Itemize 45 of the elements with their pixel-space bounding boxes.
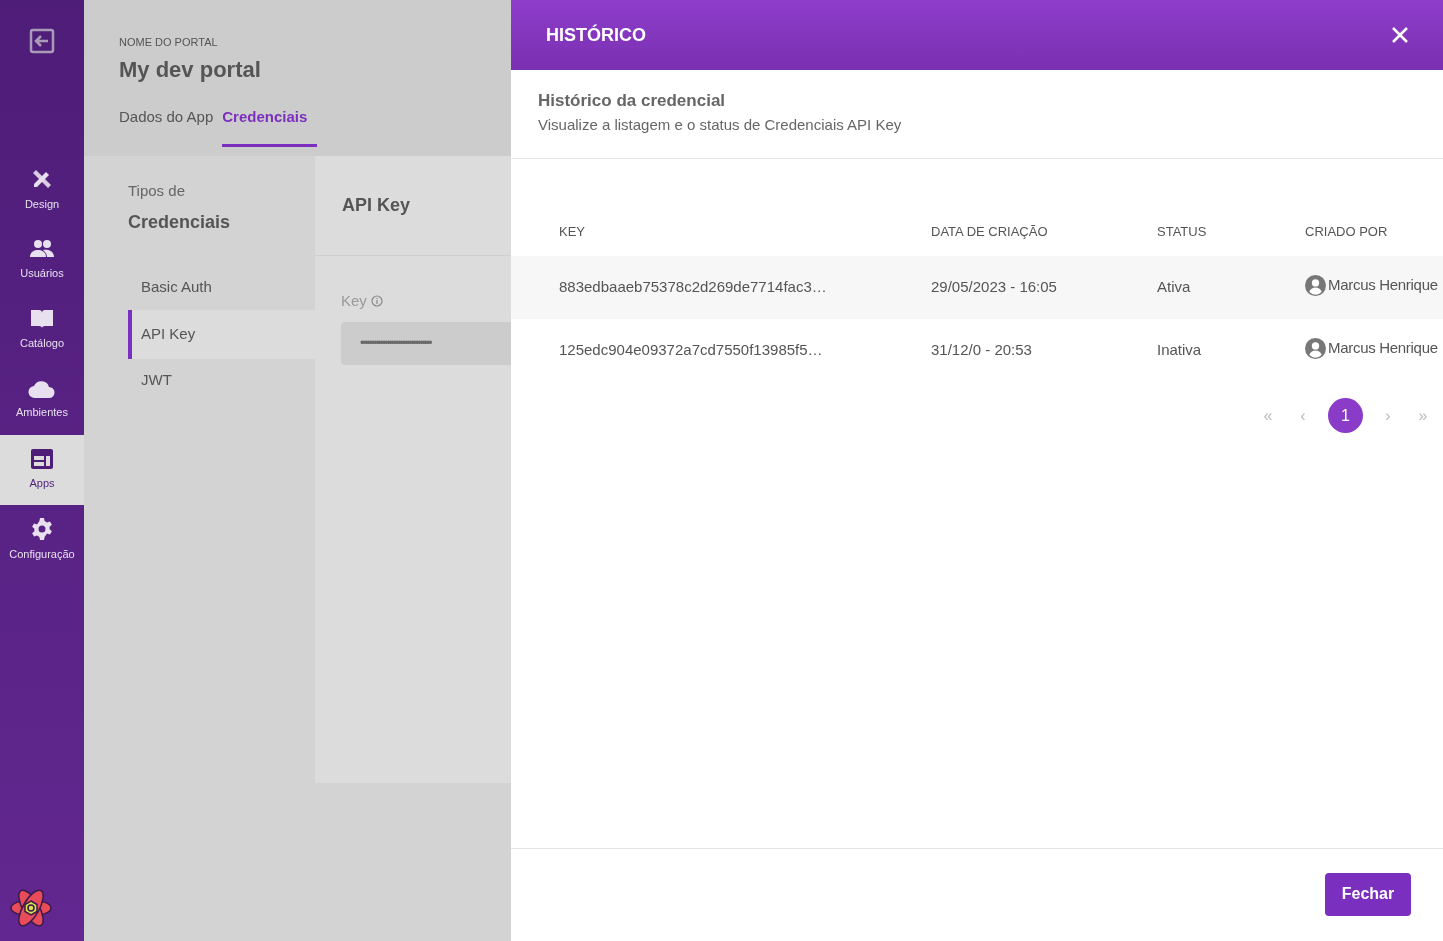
table-cell: Inativa (1157, 341, 1202, 359)
page-button[interactable]: 1 (1328, 398, 1363, 433)
section-heading: Histórico da credencial (538, 90, 727, 112)
section-subtitle: Visualize a listagem e o status de Credenciais API Key (538, 114, 903, 135)
sidebar-item[interactable]: Ambientes (0, 365, 84, 435)
sidebar-item[interactable]: Design (0, 155, 84, 225)
column-header: CRIADO POR (1305, 223, 1389, 241)
atom-logo-icon (9, 887, 53, 929)
table-cell: 29/05/2023 - 16:05 (931, 278, 1057, 296)
credential-type-item[interactable]: JWT (128, 358, 315, 403)
key-input-field[interactable]: •••••••••••••••••••••••••••••••• (341, 321, 511, 365)
masked-key-value: •••••••••••••••••••••••••••••••• (360, 335, 431, 352)
tab[interactable]: Dados do App (119, 105, 214, 147)
sidebar-item[interactable]: Usuários (0, 225, 84, 295)
cloud-icon (28, 379, 56, 400)
info-icon (370, 295, 383, 308)
table-cell: 31/12/0 - 20:53 (931, 341, 1032, 359)
column-header: DATA DE CRIAÇÃO (931, 223, 1049, 241)
close-icon[interactable] (1391, 26, 1409, 44)
user-avatar-icon (1305, 274, 1326, 296)
detail-title: API Key (342, 194, 411, 217)
table-cell-text: Marcus Henrique (1328, 338, 1438, 358)
close-button[interactable]: Fechar (1325, 872, 1411, 916)
tab[interactable]: Credenciais (222, 105, 318, 147)
portal-overline: NOME DO PORTAL (119, 35, 219, 50)
table-cell: Ativa (1157, 278, 1191, 296)
panel-title: Credenciais (128, 210, 232, 234)
sidebar-item[interactable]: Catálogo (0, 295, 84, 365)
table-cell: 883edbaaeb75378c2d269de7714fac3… (559, 278, 827, 296)
credential-type-item[interactable]: Basic Auth (128, 265, 315, 310)
app-window-icon (30, 448, 54, 471)
panel-subtitle: Tipos de (128, 181, 186, 201)
drawer-title: HISTÓRICO (546, 23, 646, 47)
user-avatar-icon (1305, 337, 1326, 359)
sidebar-item[interactable]: Configuração (0, 505, 84, 575)
column-header: KEY (558, 223, 586, 241)
table-cell: 125edc904e09372a7cd7550f13985f5… (559, 341, 823, 359)
logout-icon[interactable] (29, 28, 55, 54)
column-header: STATUS (1157, 223, 1208, 241)
settings-icon (30, 517, 54, 542)
credential-type-item[interactable]: API Key (128, 309, 315, 359)
table-cell-text: Marcus Henrique (1328, 275, 1438, 295)
portal-title: My dev portal (119, 55, 262, 84)
sidebar-item[interactable]: Apps (0, 435, 84, 505)
field-label: Key (341, 291, 367, 311)
